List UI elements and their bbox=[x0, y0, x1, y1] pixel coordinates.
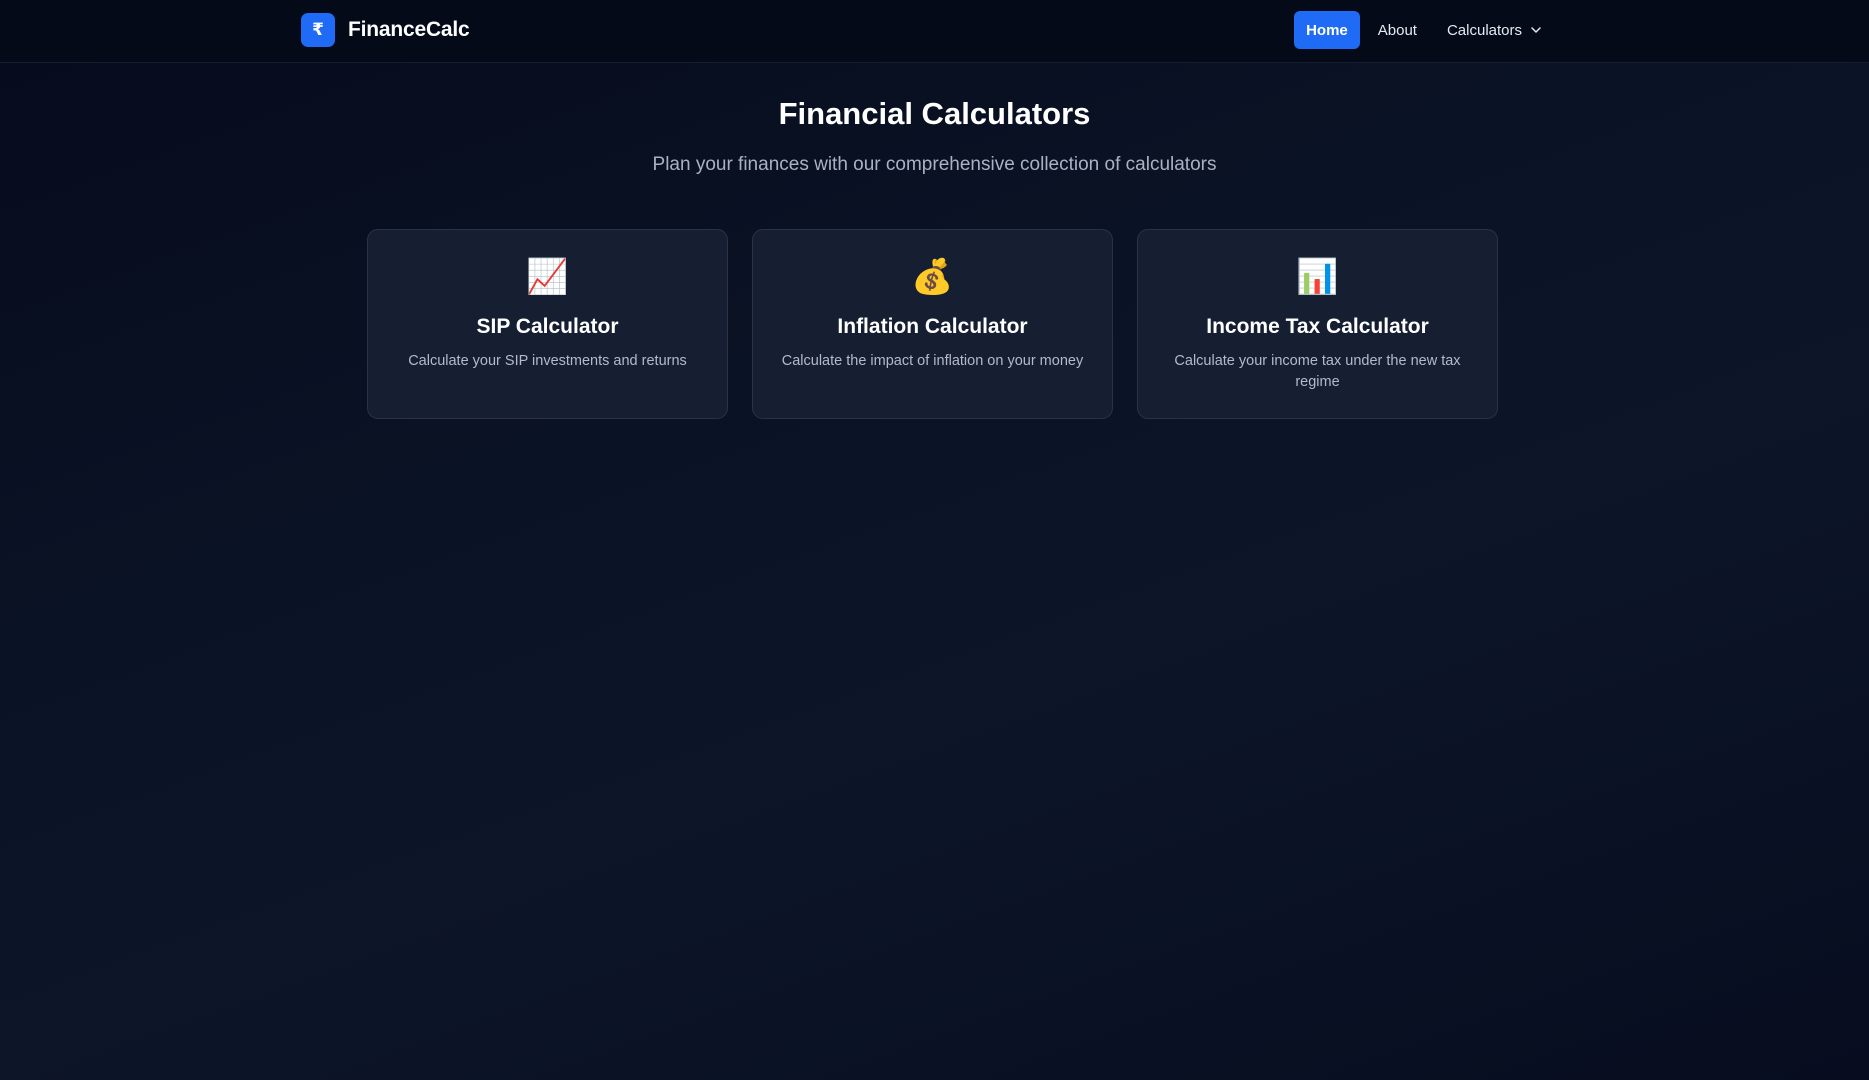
card-title: SIP Calculator bbox=[476, 315, 619, 338]
page-title: Financial Calculators bbox=[778, 96, 1091, 131]
inflation-calculator-card[interactable]: 💰 Inflation Calculator Calculate the imp… bbox=[752, 229, 1113, 419]
brand-name: FinanceCalc bbox=[348, 18, 470, 41]
nav-calculators-label: Calculators bbox=[1446, 21, 1522, 39]
card-description: Calculate your income tax under the new … bbox=[1174, 353, 1461, 390]
rupee-logo-icon: ₹ bbox=[301, 13, 335, 47]
nav-links: Home About Calculators bbox=[1294, 11, 1554, 49]
chevron-down-icon bbox=[1531, 27, 1541, 33]
sip-calculator-card[interactable]: 📈 SIP Calculator Calculate your SIP inve… bbox=[367, 229, 728, 419]
nav-about-link[interactable]: About bbox=[1366, 11, 1429, 49]
calculator-card-grid: 📈 SIP Calculator Calculate your SIP inve… bbox=[367, 229, 1498, 419]
nav-calculators-dropdown[interactable]: Calculators bbox=[1435, 11, 1554, 49]
card-title: Inflation Calculator bbox=[837, 315, 1028, 338]
top-navbar: ₹ FinanceCalc Home About Calculators bbox=[0, 0, 1869, 63]
brand-home-link[interactable]: ₹ FinanceCalc bbox=[301, 13, 470, 47]
nav-home-link[interactable]: Home bbox=[1294, 11, 1360, 49]
money-bag-icon: 💰 bbox=[911, 257, 954, 297]
chart-increasing-icon: 📈 bbox=[526, 257, 569, 297]
card-description: Calculate your SIP investments and retur… bbox=[408, 353, 687, 369]
card-title: Income Tax Calculator bbox=[1206, 315, 1429, 338]
page-subtitle: Plan your finances with our comprehensiv… bbox=[652, 154, 1217, 175]
card-description: Calculate the impact of inflation on you… bbox=[781, 353, 1084, 369]
income-tax-calculator-card[interactable]: 📊 Income Tax Calculator Calculate your i… bbox=[1137, 229, 1498, 419]
bar-chart-icon: 📊 bbox=[1296, 257, 1339, 297]
